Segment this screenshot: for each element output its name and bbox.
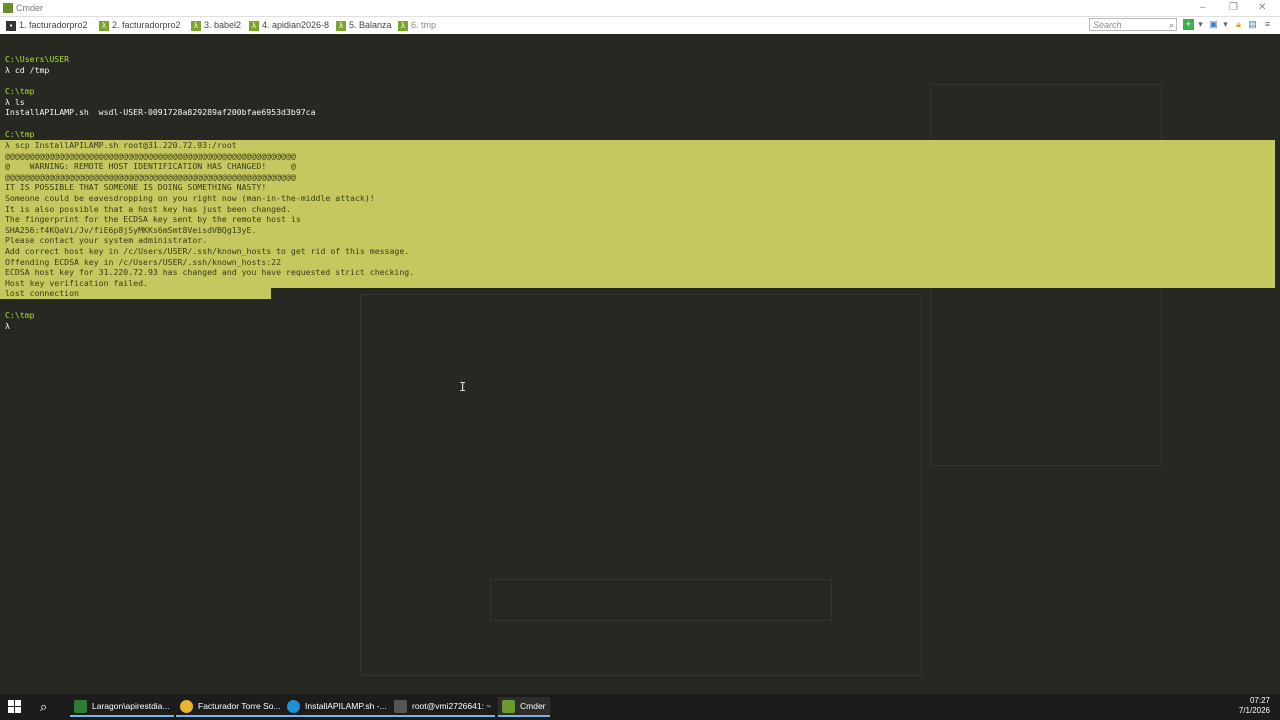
layout-icon[interactable]: ▤ — [1247, 19, 1258, 30]
selected-line: @ WARNING: REMOTE HOST IDENTIFICATION HA… — [5, 161, 296, 172]
tab-bar: ▪ 1. facturadorpro2 λ 2. facturadorpro2 … — [0, 17, 1280, 34]
selected-line: Someone could be eavesdropping on you ri… — [5, 193, 375, 203]
window-title: Cmder — [16, 3, 44, 13]
taskbar-item-ssh[interactable]: root@vmi2726641: ~ — [390, 697, 496, 717]
taskbar-item-editor[interactable]: InstallAPILAMP.sh -... — [283, 697, 391, 717]
tab-label: 5. Balanza — [349, 20, 392, 30]
tab-label: 3. babel2 — [204, 20, 242, 30]
tab-4[interactable]: λ 4. apidian2026-8 — [249, 19, 329, 32]
taskbar-label: root@vmi2726641: ~ — [412, 701, 492, 711]
new-console-icon[interactable]: + — [1183, 19, 1194, 30]
taskbar-label: Cmder — [520, 701, 546, 711]
lambda-icon: λ — [191, 20, 201, 31]
terminal[interactable]: C:\Users\USER λ cd /tmp C:\tmp λ ls Inst… — [0, 34, 1280, 694]
tab-label: 1. facturadorpro2 — [19, 20, 88, 30]
lambda-icon: λ — [249, 20, 259, 31]
selected-line: Host key verification failed. — [5, 277, 148, 288]
taskbar: ⌕ Laragon\apirestdia... Facturador Torre… — [0, 694, 1280, 720]
terminal-line: λ — [5, 321, 10, 331]
background-panel — [490, 579, 832, 621]
terminal-line: λ cd /tmp — [5, 65, 50, 75]
tab-label: 4. apidian2026-8 — [262, 20, 330, 30]
search-icon: ⌕ — [1168, 20, 1174, 30]
clock-date: 7/1/2026 — [1238, 706, 1270, 715]
selected-line: λ scp InstallAPILAMP.sh root@31.220.72.9… — [5, 140, 237, 150]
taskbar-item-cmder[interactable]: Cmder — [498, 697, 550, 717]
taskbar-label: Facturador Torre So... — [198, 701, 281, 711]
taskbar-item-chrome[interactable]: Facturador Torre So... — [176, 697, 285, 717]
terminal-line: C:\tmp — [5, 129, 35, 139]
lambda-icon: λ — [398, 20, 408, 31]
search-icon[interactable]: ⌕ — [40, 699, 47, 715]
selected-line: ECDSA host key for 31.220.72.93 has chan… — [5, 267, 415, 278]
lambda-icon: λ — [336, 20, 346, 31]
system-clock[interactable]: 07:27 7/1/2026 — [1239, 696, 1270, 716]
tab-5[interactable]: λ 5. Balanza — [336, 19, 392, 32]
clock-time: 07:27 — [1249, 696, 1270, 705]
selected-line: IT IS POSSIBLE THAT SOMEONE IS DOING SOM… — [5, 182, 267, 193]
maximize-button[interactable]: ❐ — [1229, 2, 1238, 13]
search-placeholder: Search — [1093, 20, 1122, 30]
tab-3[interactable]: λ 3. babel2 — [191, 19, 241, 32]
cmder-icon — [502, 699, 515, 713]
selected-line: Please contact your system administrator… — [5, 235, 208, 246]
selected-line: Add correct host key in /c/Users/USER/.s… — [5, 246, 410, 256]
terminal-line: C:\tmp — [5, 310, 35, 320]
menu-icon[interactable]: ≡ — [1262, 19, 1273, 30]
windows-start-icon[interactable] — [8, 700, 22, 714]
terminal-line: C:\Users\USER — [5, 54, 70, 64]
terminal-icon — [394, 699, 407, 713]
selected-line: The fingerprint for the ECDSA key sent b… — [5, 214, 301, 225]
cmder-icon — [3, 3, 13, 13]
edge-icon — [287, 699, 300, 713]
tab-2[interactable]: λ 2. facturadorpro2 — [99, 19, 181, 32]
close-button[interactable]: ✕ — [1258, 2, 1266, 13]
text-cursor-icon: I — [459, 380, 467, 394]
taskbar-item-laragon[interactable]: Laragon\apirestdia... — [70, 697, 174, 717]
chrome-icon — [180, 699, 193, 713]
tab-label: 6. tmp — [411, 20, 437, 30]
taskbar-label: Laragon\apirestdia... — [92, 701, 170, 711]
selected-line: lost connection — [5, 288, 79, 299]
tab-label: 2. facturadorpro2 — [112, 20, 181, 30]
cmd-icon: ▪ — [6, 20, 16, 31]
chevron-down-icon[interactable]: ▾ — [1195, 19, 1206, 30]
laragon-icon — [74, 699, 87, 713]
split-icon[interactable]: ▣ — [1208, 19, 1219, 30]
terminal-line: λ ls — [5, 97, 25, 107]
selected-line: @@@@@@@@@@@@@@@@@@@@@@@@@@@@@@@@@@@@@@@@… — [5, 171, 296, 182]
chevron-down-icon[interactable]: ▾ — [1220, 19, 1231, 30]
search-input[interactable]: Search ⌕ — [1089, 18, 1177, 31]
terminal-line: InstallAPILAMP.sh wsdl-USER-0091728a8292… — [5, 107, 316, 117]
selected-line: It is also possible that a host key has … — [5, 203, 291, 214]
selected-line: SHA256:f4KQaVi/Jv/fiE6p8jSyMKKs6mSmt8Vei… — [5, 224, 257, 235]
minimize-button[interactable]: – — [1200, 2, 1206, 13]
selected-line: @@@@@@@@@@@@@@@@@@@@@@@@@@@@@@@@@@@@@@@@… — [5, 150, 296, 161]
tab-1[interactable]: ▪ 1. facturadorpro2 — [6, 19, 88, 32]
lock-icon[interactable]: 🔒︎ — [1233, 19, 1244, 30]
terminal-line: C:\tmp — [5, 86, 35, 96]
tab-6[interactable]: λ 6. tmp — [398, 19, 436, 32]
selected-line: Offending ECDSA key in /c/Users/USER/.ss… — [5, 256, 282, 267]
lambda-icon: λ — [99, 20, 109, 31]
taskbar-label: InstallAPILAMP.sh -... — [305, 701, 387, 711]
title-bar: Cmder – ❐ ✕ — [0, 0, 1280, 17]
